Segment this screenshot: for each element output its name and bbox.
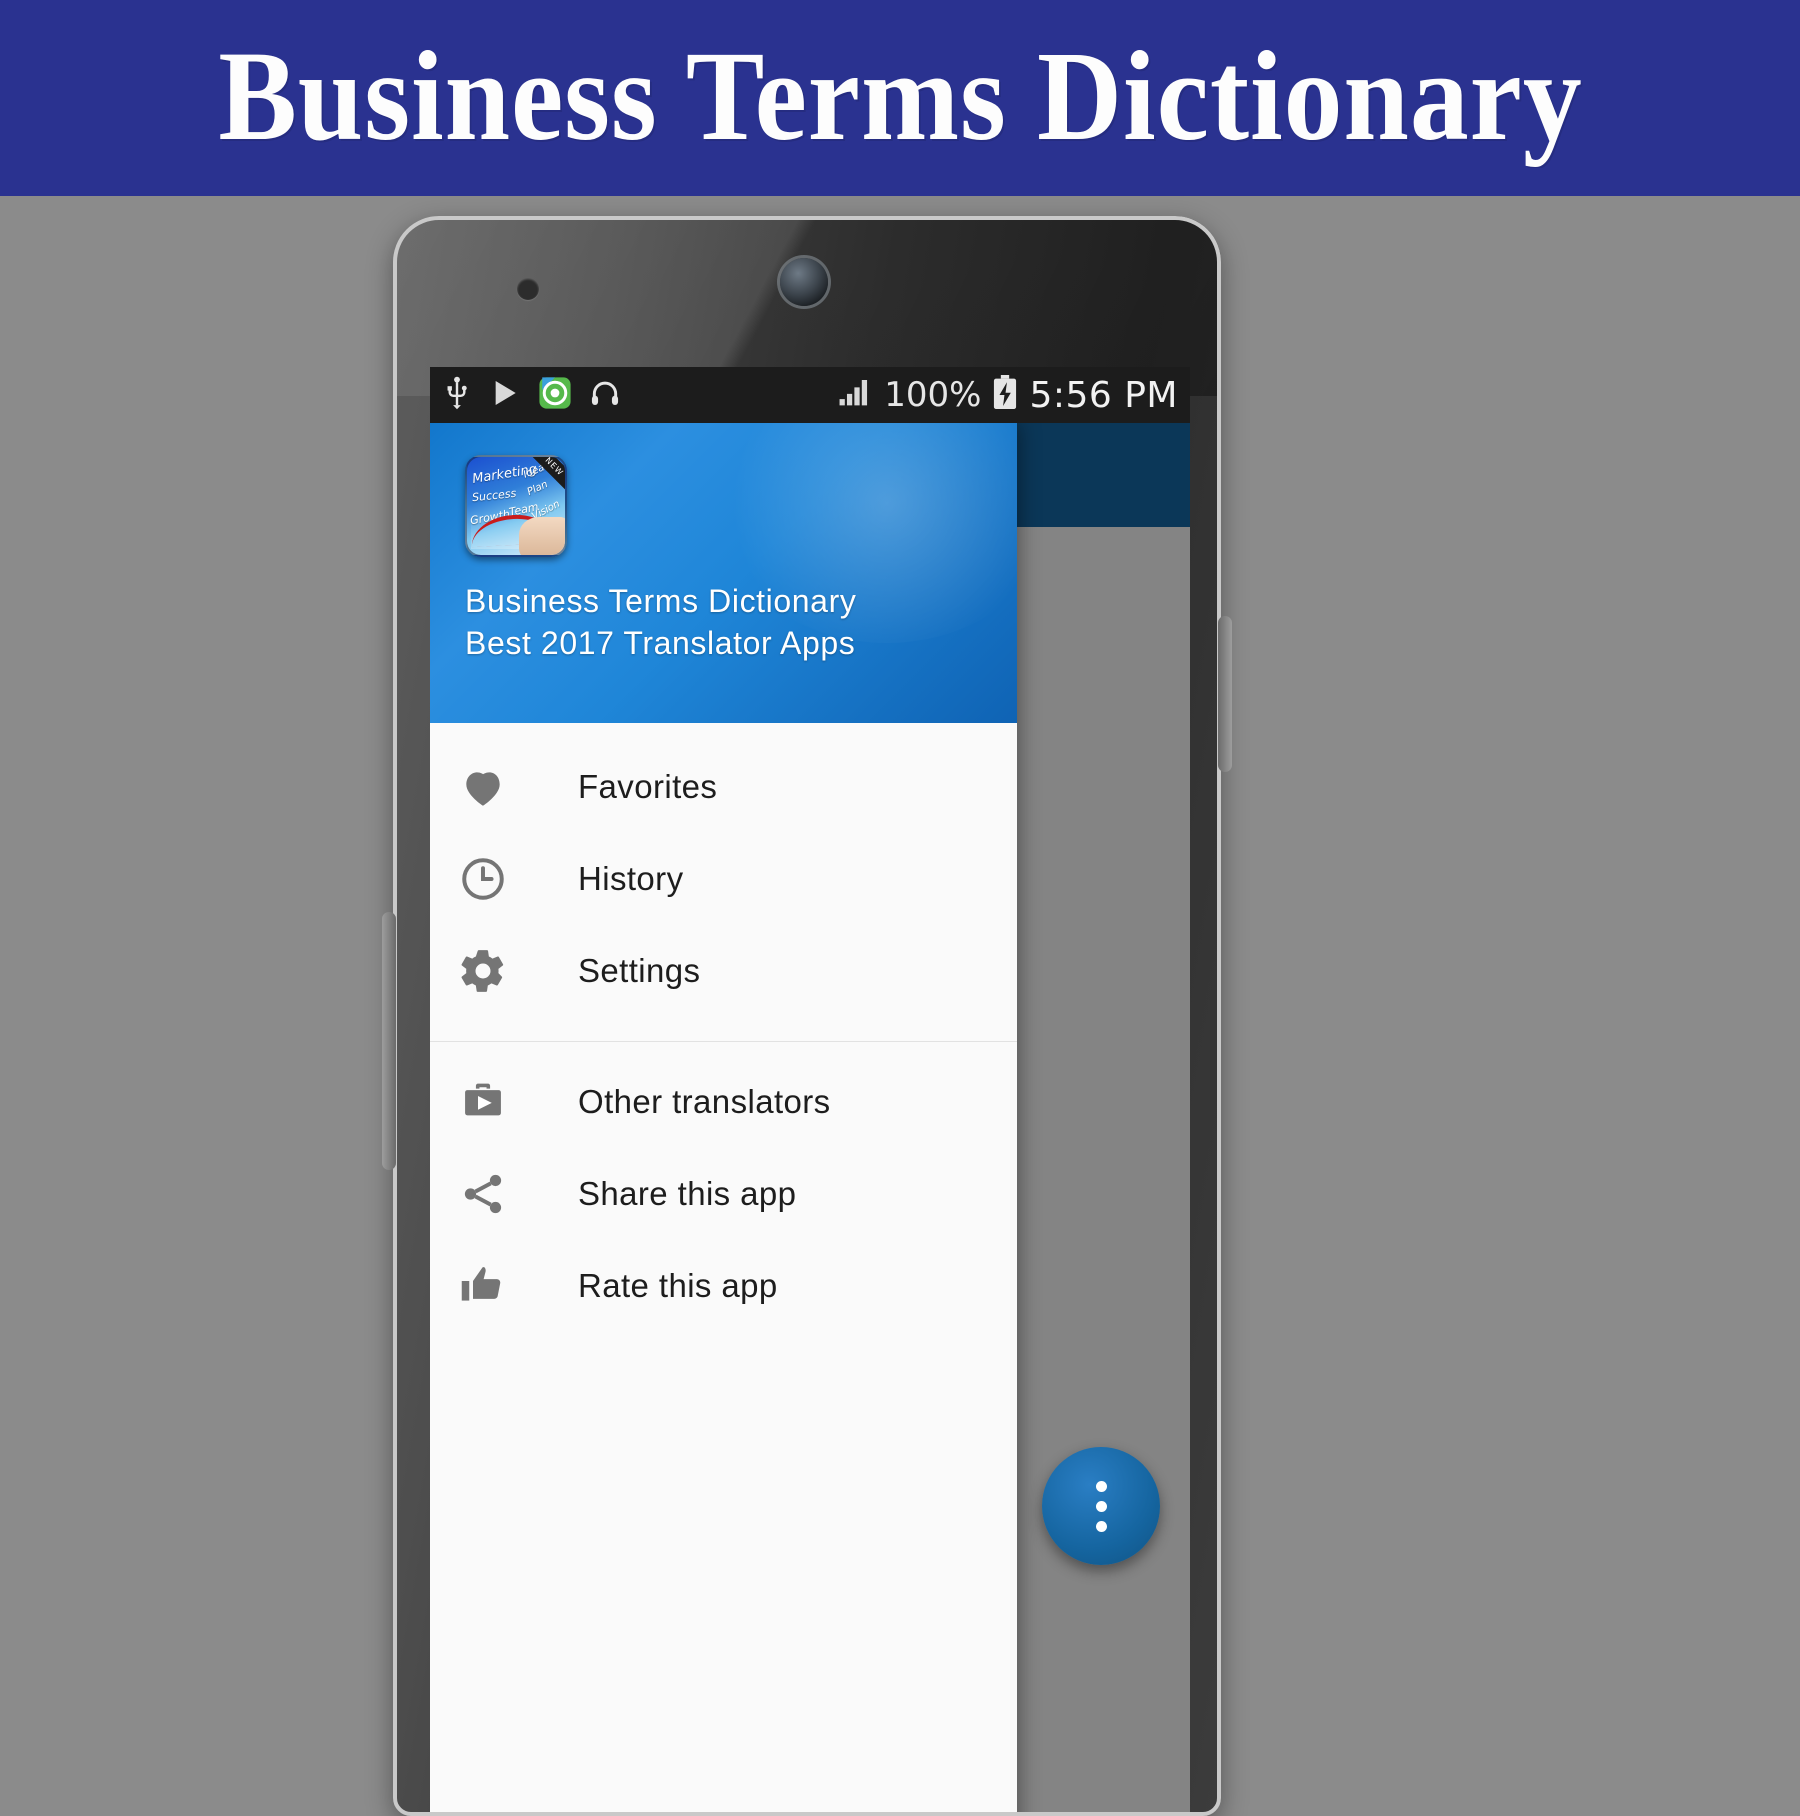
phone-mockup: y Marketing xyxy=(0,196,1800,1816)
thumbs-up-icon xyxy=(458,1261,538,1311)
app-icon-hand xyxy=(519,517,565,555)
drawer-divider xyxy=(430,1041,1017,1042)
drawer-item-label: Favorites xyxy=(578,768,718,805)
app-icon-word: Plan xyxy=(525,479,550,498)
drawer-item-share[interactable]: Share this app xyxy=(430,1148,1017,1240)
drawer-item-label: Settings xyxy=(578,952,701,989)
promo-banner: Business Terms Dictionary xyxy=(0,0,1800,196)
drawer-title: Business Terms Dictionary xyxy=(465,583,857,619)
drawer-item-other-translators[interactable]: Other translators xyxy=(430,1056,1017,1148)
drawer-item-label: Share this app xyxy=(578,1175,797,1212)
drawer-item-history[interactable]: History xyxy=(430,833,1017,925)
usb-icon xyxy=(442,376,472,414)
battery-percent-label: 100% xyxy=(884,375,982,415)
phone-screen: y Marketing xyxy=(430,367,1190,1816)
navigation-drawer: Marketing Success Growth Team Ideas Plan… xyxy=(430,423,1017,1816)
signal-bars-icon xyxy=(836,376,874,414)
app-icon: Marketing Success Growth Team Ideas Plan… xyxy=(465,455,567,557)
status-bar-right-icons: 100% 5:56 PM xyxy=(836,375,1178,416)
phone-body: y Marketing xyxy=(393,216,1221,1816)
battery-charging-icon xyxy=(991,375,1019,415)
status-bar: 100% 5:56 PM xyxy=(430,367,1190,423)
clock-icon xyxy=(458,854,538,904)
play-store-briefcase-icon xyxy=(458,1077,538,1127)
share-icon xyxy=(458,1169,538,1219)
headphones-icon xyxy=(588,377,622,413)
drawer-header: Marketing Success Growth Team Ideas Plan… xyxy=(430,423,1017,723)
drawer-item-rate[interactable]: Rate this app xyxy=(430,1240,1017,1332)
volume-button[interactable] xyxy=(382,912,396,1170)
drawer-menu-list: Favorites History Settings Other transla… xyxy=(430,723,1017,1332)
drawer-subtitle: Best 2017 Translator Apps xyxy=(465,625,856,661)
heart-icon xyxy=(458,762,538,812)
more-options-fab[interactable] xyxy=(1042,1447,1160,1565)
more-vertical-icon xyxy=(1095,1480,1107,1492)
app-icon-word: Success xyxy=(471,486,517,505)
gear-icon xyxy=(458,946,538,996)
more-vertical-icon xyxy=(1095,1500,1107,1512)
clock-label: 5:56 PM xyxy=(1029,374,1178,416)
recorder-icon xyxy=(538,376,572,414)
play-icon xyxy=(488,377,522,413)
drawer-item-label: History xyxy=(578,860,684,897)
drawer-item-settings[interactable]: Settings xyxy=(430,925,1017,1017)
more-vertical-icon xyxy=(1095,1520,1107,1532)
drawer-item-favorites[interactable]: Favorites xyxy=(430,741,1017,833)
list-top-spacer xyxy=(430,723,1017,741)
status-bar-left-icons xyxy=(442,376,622,414)
front-camera-icon xyxy=(780,258,828,306)
power-button[interactable] xyxy=(1218,616,1232,772)
drawer-item-label: Other translators xyxy=(578,1083,831,1120)
drawer-item-label: Rate this app xyxy=(578,1267,778,1304)
promo-title: Business Terms Dictionary xyxy=(217,25,1583,167)
proximity-sensor-icon xyxy=(517,278,539,300)
